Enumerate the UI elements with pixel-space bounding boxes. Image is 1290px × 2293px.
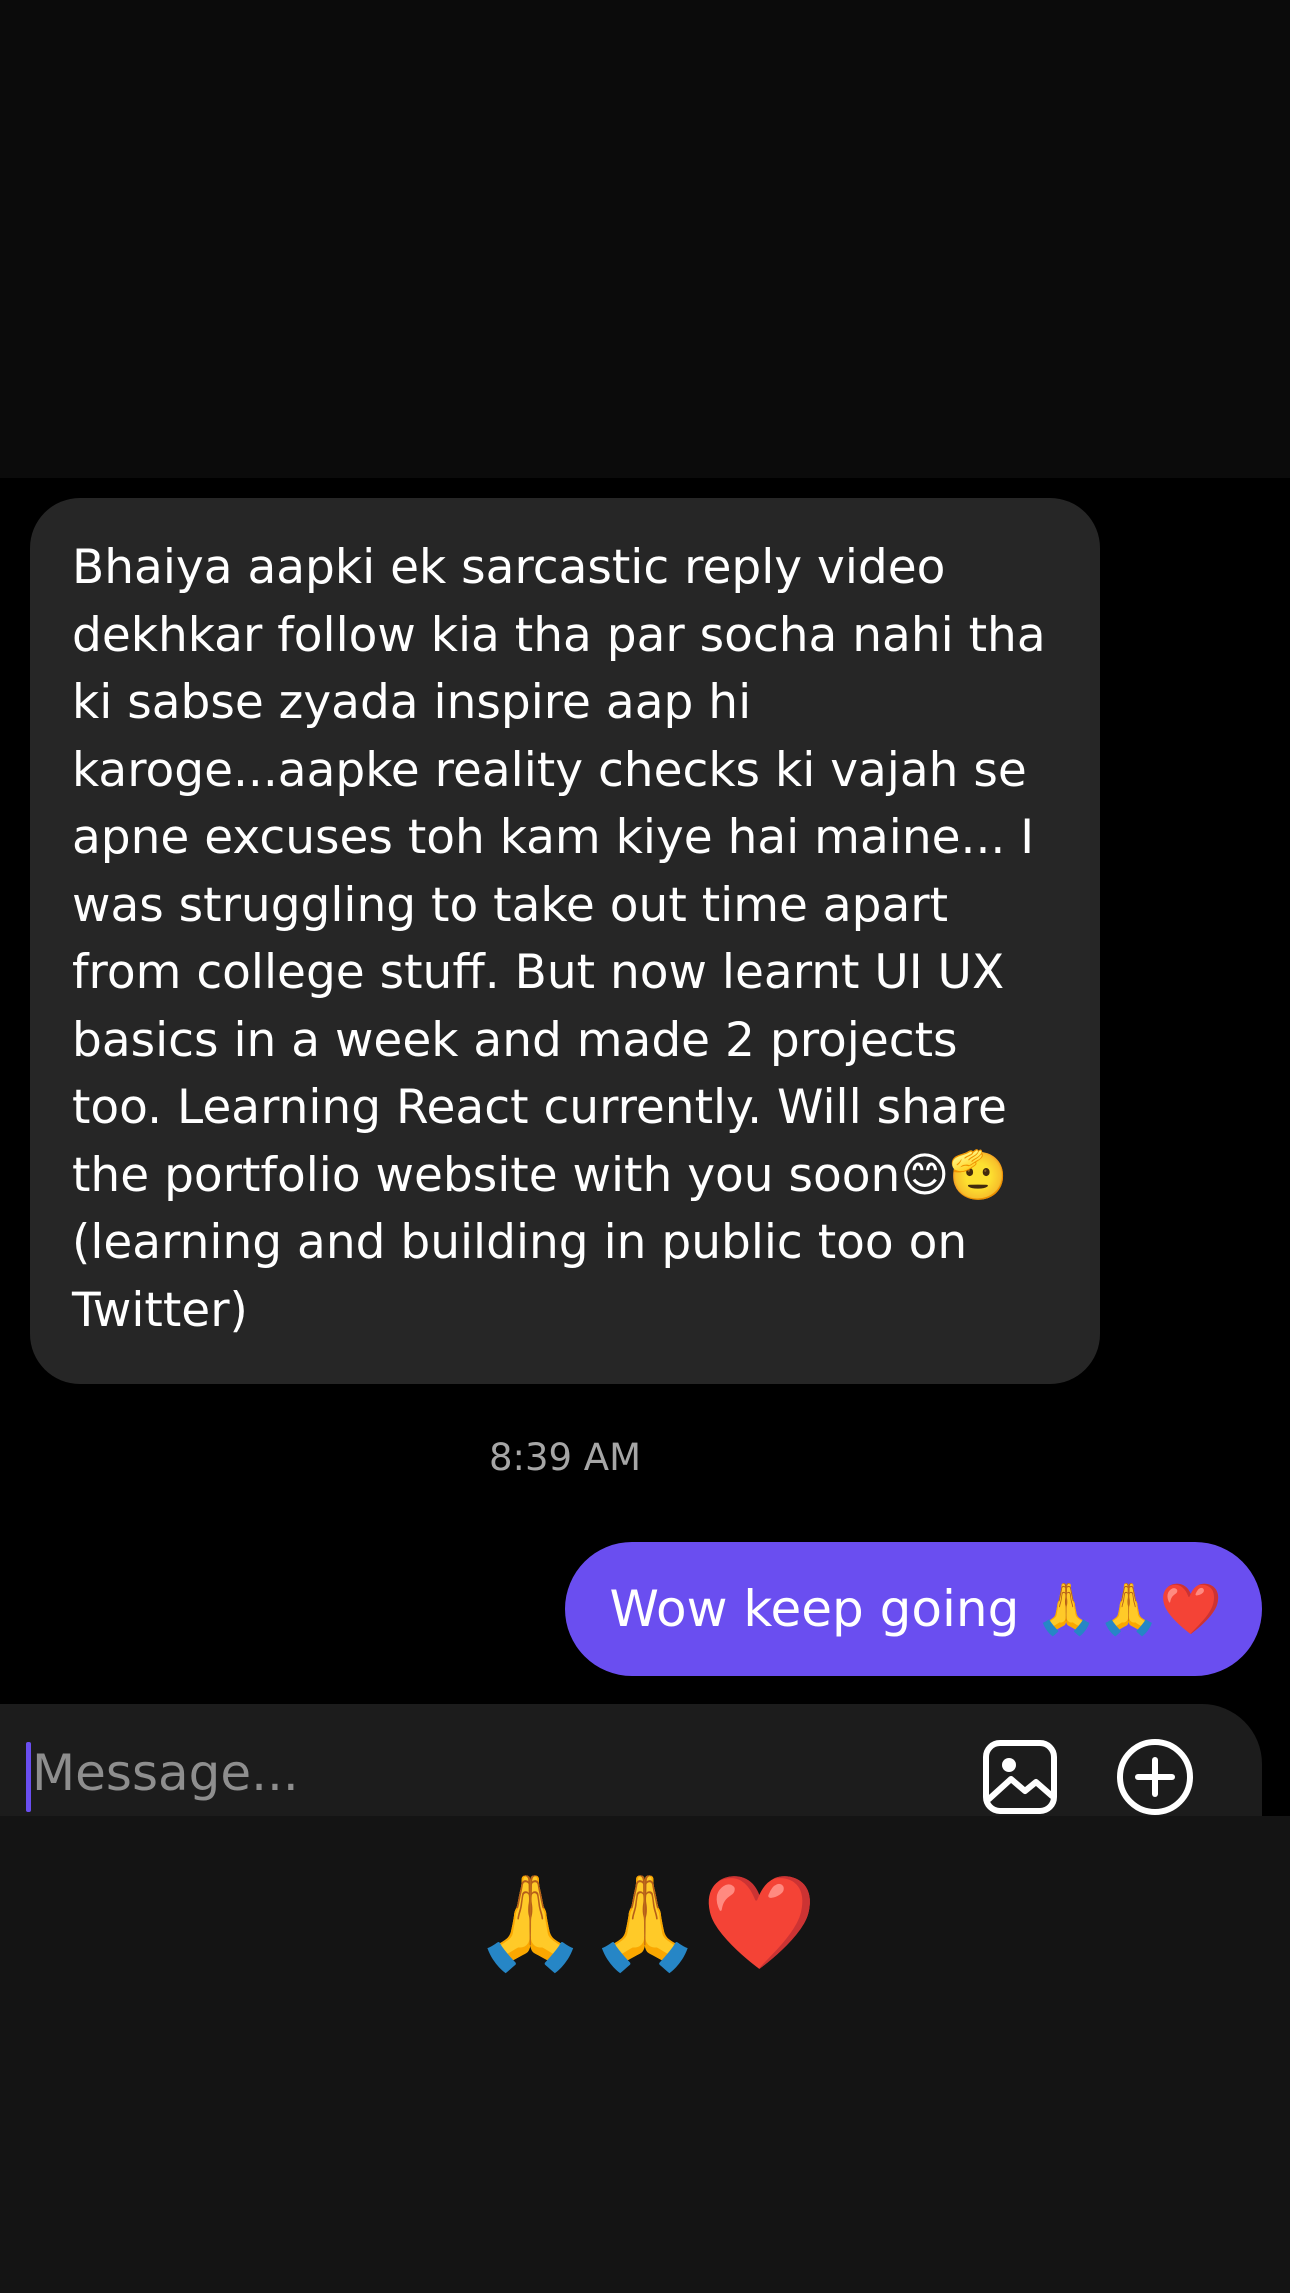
photo-icon[interactable] — [980, 1738, 1060, 1816]
top-backdrop — [0, 0, 1290, 478]
keyboard-suggestion-bar: 🙏🙏❤️ — [0, 1816, 1290, 2293]
plus-circle-icon[interactable] — [1115, 1738, 1195, 1816]
text-cursor — [26, 1742, 31, 1812]
chat-thread[interactable]: Bhaiya aapki ek sarcastic reply video de… — [0, 478, 1290, 1816]
message-input[interactable] — [32, 1734, 932, 1812]
message-composer — [0, 1704, 1262, 1816]
message-timestamp: 8:39 AM — [488, 1436, 642, 1479]
emoji-suggestion[interactable]: 🙏🙏❤️ — [0, 1868, 1290, 1978]
incoming-message-bubble[interactable]: Bhaiya aapki ek sarcastic reply video de… — [30, 498, 1100, 1384]
outgoing-message-bubble[interactable]: Wow keep going 🙏🙏❤️ — [565, 1542, 1262, 1676]
